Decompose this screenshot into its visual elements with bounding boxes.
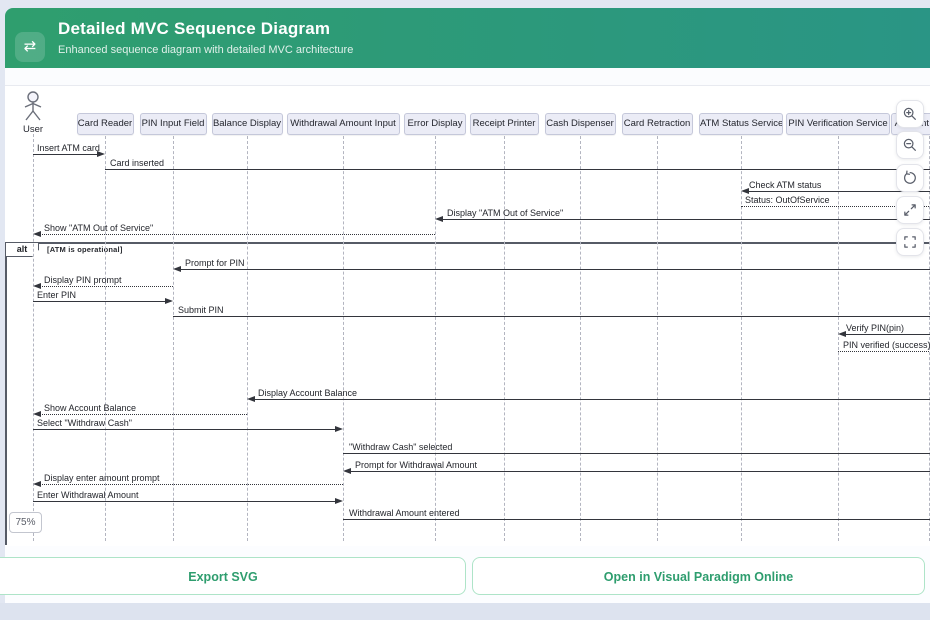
message-arrowhead	[335, 426, 343, 432]
message-arrowhead	[838, 331, 846, 337]
message-label: Check ATM status	[749, 180, 821, 190]
reset-view-button[interactable]	[896, 164, 924, 192]
message-arrowhead	[435, 216, 443, 222]
message-label: Submit PIN	[178, 305, 224, 315]
message-arrowhead	[33, 481, 41, 487]
message-arrowhead	[343, 468, 351, 474]
message-label: Withdrawal Amount entered	[349, 508, 460, 518]
message-label: Display enter amount prompt	[44, 473, 160, 483]
message-line	[845, 334, 930, 335]
message-label: Card inserted	[110, 158, 164, 168]
lifeline	[741, 136, 742, 541]
lifeline	[657, 136, 658, 541]
message-line	[40, 234, 435, 235]
alt-fragment-top-border	[5, 242, 930, 244]
participant-box: Card Reader	[77, 113, 134, 135]
panel-spacer	[5, 68, 930, 85]
message-label: Prompt for Withdrawal Amount	[355, 460, 477, 470]
message-line	[33, 154, 98, 155]
message-label: Show Account Balance	[44, 403, 136, 413]
message-line	[350, 471, 930, 472]
message-line	[33, 501, 336, 502]
message-label: "Withdraw Cash" selected	[349, 442, 452, 452]
message-arrowhead	[33, 411, 41, 417]
lifeline	[580, 136, 581, 541]
message-label: Enter PIN	[37, 290, 76, 300]
message-arrowhead	[33, 283, 41, 289]
zoom-in-button[interactable]	[896, 100, 924, 128]
zoom-level-badge: 75%	[9, 512, 42, 533]
message-line	[40, 484, 343, 485]
message-label: Display PIN prompt	[44, 275, 122, 285]
page-title: Detailed MVC Sequence Diagram	[58, 19, 330, 39]
lifeline	[838, 136, 839, 541]
message-label: Status: OutOfService	[745, 195, 830, 205]
message-label: Display "ATM Out of Service"	[447, 208, 563, 218]
participant-box: Error Display	[404, 113, 466, 135]
lifeline	[173, 136, 174, 541]
export-svg-button[interactable]: Export SVG	[0, 557, 466, 595]
message-line	[180, 269, 930, 270]
message-label: Insert ATM card	[37, 143, 100, 153]
fullscreen-button[interactable]	[896, 228, 924, 256]
message-line	[40, 414, 247, 415]
message-label: Enter Withdrawal Amount	[37, 490, 139, 500]
lifeline	[33, 134, 34, 541]
message-line	[33, 301, 166, 302]
participant-box: PIN Input Field	[140, 113, 207, 135]
lifeline	[504, 136, 505, 541]
message-label: Display Account Balance	[258, 388, 357, 398]
actor-figure	[21, 90, 45, 124]
open-in-visual-paradigm-button[interactable]: Open in Visual Paradigm Online	[472, 557, 925, 595]
message-label: PIN verified (success)	[843, 340, 930, 350]
zoom-out-button[interactable]	[896, 131, 924, 159]
page-subtitle: Enhanced sequence diagram with detailed …	[58, 44, 353, 56]
page: ⇄ Detailed MVC Sequence Diagram Enhanced…	[0, 0, 930, 620]
message-line	[33, 429, 336, 430]
message-line	[105, 169, 930, 170]
message-label: Prompt for PIN	[185, 258, 245, 268]
message-line	[254, 399, 930, 400]
swap-arrows-icon: ⇄	[15, 32, 45, 62]
message-label: Verify PIN(pin)	[846, 323, 904, 333]
lifeline	[247, 136, 248, 541]
diagram-canvas[interactable]: alt [ATM is operational] UserCard Reader…	[5, 85, 930, 547]
message-arrowhead	[335, 498, 343, 504]
message-arrowhead	[741, 188, 749, 194]
message-line	[173, 316, 930, 317]
participant-box: ATM Status Service	[699, 113, 783, 135]
alt-fragment-left-border	[5, 242, 7, 545]
message-line	[343, 453, 930, 454]
message-arrowhead	[173, 266, 181, 272]
message-line	[343, 519, 930, 520]
message-arrowhead	[33, 231, 41, 237]
participant-box: Cash Dispenser	[545, 113, 616, 135]
message-label: Show "ATM Out of Service"	[44, 223, 153, 233]
message-arrowhead	[247, 396, 255, 402]
participant-box: Withdrawal Amount Input	[287, 113, 400, 135]
message-line	[442, 219, 930, 220]
participant-box: PIN Verification Service	[786, 113, 890, 135]
alt-fragment-condition: [ATM is operational]	[47, 245, 123, 254]
sequence-diagram: alt [ATM is operational] UserCard Reader…	[5, 86, 930, 546]
expand-button[interactable]	[896, 196, 924, 224]
diagram-header: ⇄ Detailed MVC Sequence Diagram Enhanced…	[5, 8, 930, 68]
message-line	[838, 351, 930, 352]
message-label: Select "Withdraw Cash"	[37, 418, 132, 428]
bottom-strip	[0, 603, 930, 620]
lifeline	[435, 136, 436, 541]
participant-box: Receipt Printer	[470, 113, 539, 135]
lifeline	[343, 136, 344, 541]
message-arrowhead	[165, 298, 173, 304]
message-line	[40, 286, 173, 287]
participant-box: Card Retraction	[622, 113, 693, 135]
participant-box: Balance Display	[212, 113, 283, 135]
